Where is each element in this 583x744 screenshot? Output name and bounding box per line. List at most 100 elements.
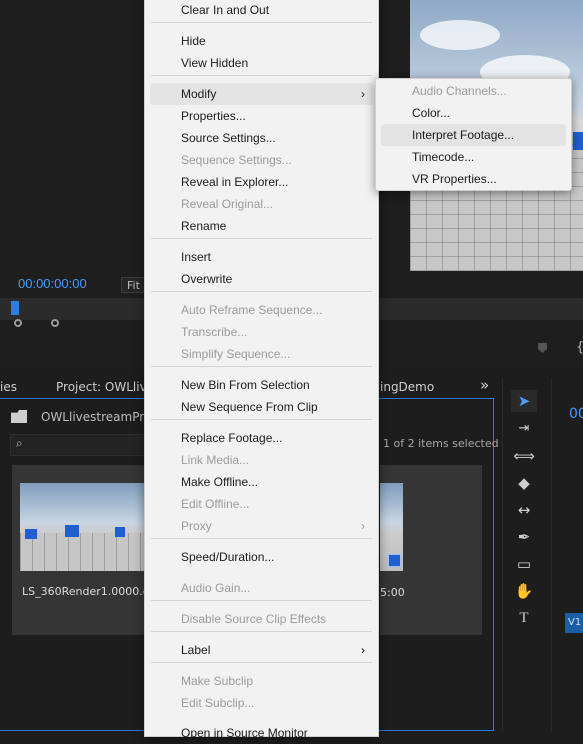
menu-item-source-settings[interactable]: Source Settings... [150, 127, 373, 149]
menu-item-label: Hide [181, 34, 206, 48]
menu-item-transcribe: Transcribe... [150, 321, 373, 343]
submenu-item-vr-properties[interactable]: VR Properties... [381, 168, 566, 190]
menu-item-proxy: Proxy › [150, 515, 373, 537]
submenu-item-audio-channels: Audio Channels... [381, 80, 566, 102]
tab-sequence[interactable]: ingDemo [380, 380, 434, 394]
menu-separator [151, 419, 372, 420]
menu-item-reveal-original: Reveal Original... [150, 193, 373, 215]
chevron-right-icon: › [361, 643, 365, 657]
menu-item-label: Replace Footage... [181, 431, 283, 445]
track-v1-tag[interactable]: V1 [565, 613, 583, 633]
slip-icon[interactable]: ↔ [511, 499, 537, 521]
razor-icon[interactable]: ◆ [511, 472, 537, 494]
menu-item-make-offline[interactable]: Make Offline... [150, 471, 373, 493]
in-point-handle[interactable] [14, 319, 22, 327]
menu-item-modify[interactable]: Modify › [150, 83, 373, 105]
menu-item-label: Link Media... [181, 453, 250, 467]
menu-item-label: Overwrite [181, 272, 233, 286]
search-icon: ⌕ [16, 436, 23, 450]
menu-separator [151, 291, 372, 292]
menu-item-label: Make Offline... [181, 475, 259, 489]
track-select-icon[interactable]: ⇥ [511, 418, 537, 440]
menu-item-label: Make Subclip [181, 674, 254, 688]
menu-item-label: Insert [181, 250, 212, 264]
timeline-panel [551, 378, 583, 731]
menu-item-label: Properties... [181, 109, 246, 123]
menu-item-sequence-settings: Sequence Settings... [150, 149, 373, 171]
menu-item-label: View Hidden [181, 56, 249, 70]
out-point-handle[interactable] [51, 319, 59, 327]
menu-item-label: Reveal in Explorer... [181, 175, 289, 189]
menu-item-auto-reframe-sequence: Auto Reframe Sequence... [150, 299, 373, 321]
ripple-edit-icon[interactable]: ⟺ [511, 445, 537, 467]
menu-item-audio-gain: Audio Gain... [150, 577, 373, 599]
submenu-item-interpret-footage[interactable]: Interpret Footage... [381, 124, 566, 146]
type-icon[interactable]: T [511, 607, 537, 629]
items-selected-status: 1 of 2 items selected [383, 437, 499, 450]
menu-item-label: Auto Reframe Sequence... [181, 303, 323, 317]
submenu-item-color[interactable]: Color... [381, 102, 566, 124]
menu-item-disable-source-clip-effects: Disable Source Clip Effects [150, 608, 373, 630]
source-timecode[interactable]: 00:00:00:00 [18, 276, 87, 291]
playhead-marker[interactable] [11, 301, 19, 315]
menu-item-new-bin-from-selection[interactable]: New Bin From Selection [150, 374, 373, 396]
panel-overflow-icon[interactable]: » [480, 376, 489, 394]
menu-item-label: Proxy [181, 519, 212, 533]
menu-item-simplify-sequence: Simplify Sequence... [150, 343, 373, 365]
menu-separator [151, 75, 372, 76]
menu-item-rename[interactable]: Rename [150, 215, 373, 237]
submenu-item-label: Interpret Footage... [412, 128, 515, 142]
menu-item-open-in-source-monitor[interactable]: Open in Source Monitor [150, 722, 373, 744]
clip-name: LS_360Render1.0000.exr [22, 585, 161, 598]
menu-item-label: Reveal Original... [181, 197, 274, 211]
menu-item-replace-footage[interactable]: Replace Footage... [150, 427, 373, 449]
menu-separator [151, 366, 372, 367]
clip-thumbnail[interactable] [12, 465, 145, 635]
project-search-input[interactable]: ⌕ [10, 434, 152, 456]
submenu-item-timecode[interactable]: Timecode... [381, 146, 566, 168]
menu-item-insert[interactable]: Insert [150, 246, 373, 268]
submenu-item-label: Audio Channels... [412, 84, 507, 98]
menu-item-label: New Sequence From Clip [181, 400, 318, 414]
menu-separator [151, 600, 372, 601]
menu-item-label: Label [181, 643, 211, 657]
menu-item-label: Source Settings... [181, 131, 276, 145]
menu-item-hide[interactable]: Hide [150, 30, 373, 52]
menu-item-properties[interactable]: Properties... [150, 105, 373, 127]
menu-item-new-sequence-from-clip[interactable]: New Sequence From Clip [150, 396, 373, 418]
menu-item-link-media: Link Media... [150, 449, 373, 471]
menu-item-label: Clear In and Out [181, 3, 270, 17]
menu-separator [151, 662, 372, 663]
menu-item-edit-subclip: Edit Subclip... [150, 692, 373, 714]
settings-bracket-icon[interactable]: { [576, 340, 583, 355]
rectangle-icon[interactable]: ▭ [511, 553, 537, 575]
tab-effects[interactable]: ies [0, 380, 17, 394]
menu-item-label: Transcribe... [181, 325, 248, 339]
menu-item-overwrite[interactable]: Overwrite [150, 268, 373, 290]
menu-item-clear-in-and-out[interactable]: Clear In and Out [150, 0, 373, 21]
submenu-item-label: Color... [412, 106, 451, 120]
menu-item-label: Open in Source Monitor [181, 726, 308, 740]
menu-separator [151, 238, 372, 239]
timeline-timecode[interactable]: 00 [569, 406, 583, 422]
menu-item-label: Audio Gain... [181, 581, 251, 595]
pen-icon[interactable]: ✒ [511, 526, 537, 548]
clip-context-menu: Clear In and Out Hide View Hidden Modify › Pr… [144, 0, 379, 740]
selection-tool-icon[interactable]: ➤ [511, 390, 537, 412]
menu-item-label: Sequence Settings... [181, 153, 292, 167]
menu-item-label: Edit Subclip... [181, 696, 255, 710]
sequence-duration: 5:00 [380, 586, 405, 599]
submenu-item-label: Timecode... [412, 150, 475, 164]
menu-separator [151, 631, 372, 632]
hand-icon[interactable]: ✋ [511, 580, 537, 602]
submenu-item-label: VR Properties... [412, 172, 497, 186]
menu-item-label: Edit Offline... [181, 497, 250, 511]
chevron-right-icon: › [361, 519, 365, 533]
sequence-thumbnail[interactable] [380, 465, 482, 635]
menu-item-reveal-in-explorer[interactable]: Reveal in Explorer... [150, 171, 373, 193]
menu-item-make-subclip: Make Subclip [150, 670, 373, 692]
menu-item-speed-duration[interactable]: Speed/Duration... [150, 546, 373, 568]
menu-item-label: Simplify Sequence... [181, 347, 291, 361]
menu-item-label[interactable]: Label › [150, 639, 373, 661]
menu-item-view-hidden[interactable]: View Hidden [150, 52, 373, 74]
